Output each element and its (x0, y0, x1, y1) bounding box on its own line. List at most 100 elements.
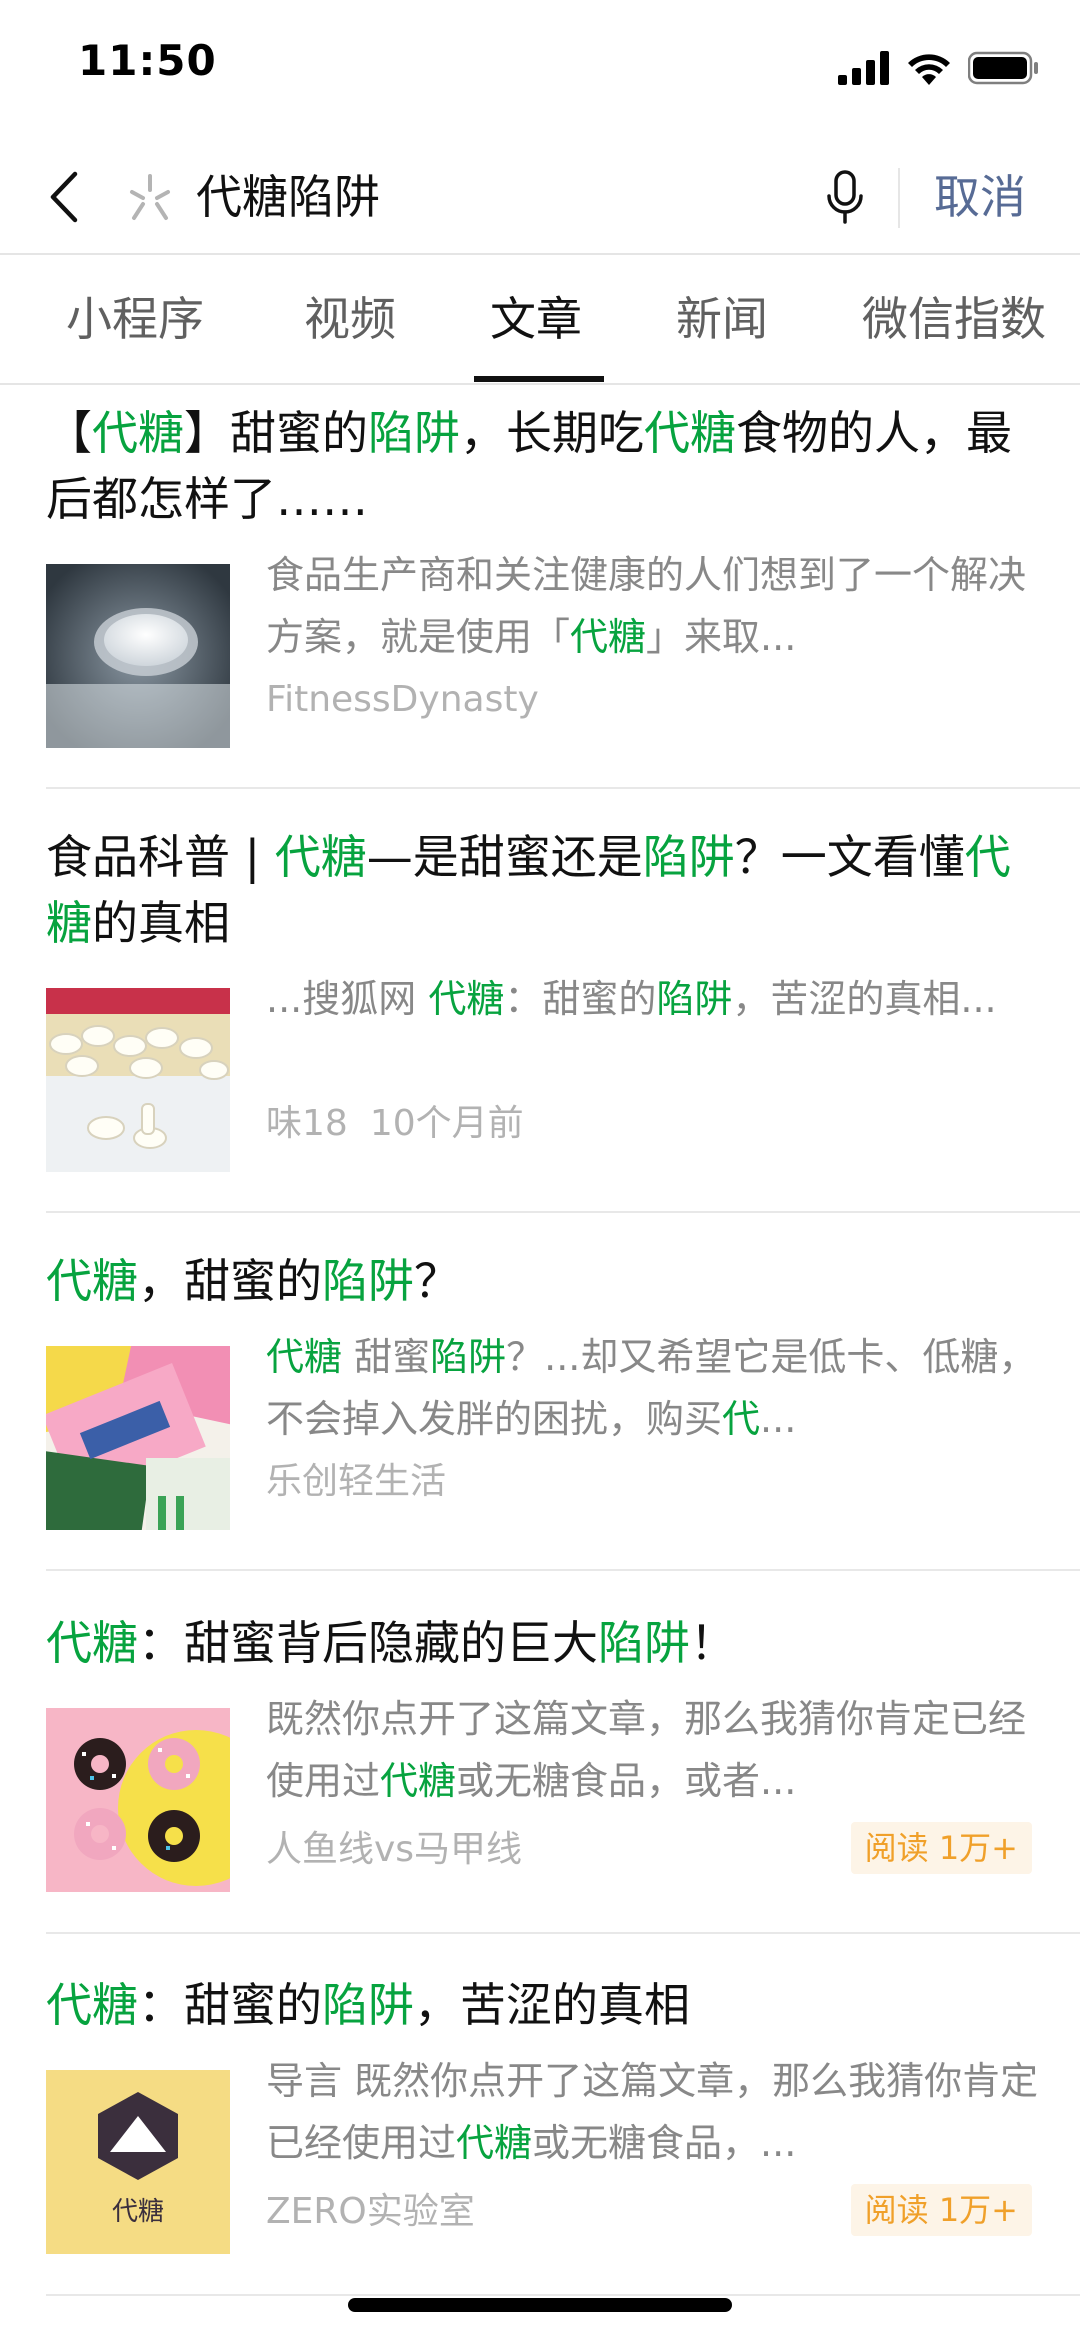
keyword-highlight: 代糖 (428, 977, 505, 1021)
keyword-highlight: 代糖 (46, 1254, 138, 1308)
article-snippet: 代糖 甜蜜陷阱？...却又希望它是低卡、低糖，不会掉入发胖的困扰，购买代... (266, 1326, 1056, 1450)
article-snippet: 导言 既然你点开了这篇文章，那么我猜你肯定已经使用过代糖或无糖食品，... (266, 2050, 1056, 2174)
article-thumbnail (46, 1346, 230, 1530)
keyword-highlight: 代 (722, 1397, 761, 1441)
search-results-page: 11:50 代糖陷阱 取消 小程序 视频 文章 新闻 微信指数 【代糖】甜蜜的陷… (0, 0, 1080, 2339)
article-meta: 乐创轻生活 (266, 1458, 446, 1506)
text-run: ：甜蜜的 (138, 1978, 322, 2032)
header-divider (898, 168, 900, 228)
keyword-highlight: 陷阱 (430, 1335, 507, 1379)
status-bar: 11:50 (0, 0, 1080, 130)
text-run: 【 (46, 406, 92, 460)
tabs-divider-line (0, 383, 1080, 385)
article-separator (46, 1569, 1080, 1571)
keyword-highlight: 代糖 (274, 830, 367, 884)
article-source[interactable]: 人鱼线vs马甲线 (266, 1829, 522, 1870)
article-separator (46, 787, 1080, 789)
wifi-icon (908, 54, 950, 85)
text-run: 食品科普 | (46, 830, 275, 884)
sweetener-packets-image (46, 1346, 230, 1530)
spark-search-icon (130, 174, 170, 220)
keyword-highlight: 代糖 (644, 406, 736, 460)
sweetener-tablets-image (46, 988, 230, 1172)
article-thumbnail (46, 564, 230, 748)
text-run: 】甜蜜的 (184, 406, 368, 460)
article-item[interactable]: 【代糖】甜蜜的陷阱，长期吃代糖食物的人，最后都怎样了…… 食品生产商和关注健康的… (46, 400, 1080, 748)
keyword-highlight: 代糖 (570, 615, 647, 659)
header-divider-line (0, 253, 1080, 255)
text-run: ：甜蜜的 (504, 977, 657, 1021)
keyword-highlight: 陷阱 (322, 1978, 414, 2032)
keyword-highlight: 陷阱 (598, 1616, 690, 1670)
text-run: 的真相 (92, 896, 230, 950)
article-item[interactable]: 食品科普 | 代糖—是甜蜜还是陷阱？一文看懂代糖的真相 ...搜狐网 代糖：甜蜜… (46, 824, 1080, 1172)
text-run: ，苦涩的真相... (732, 977, 997, 1021)
tab-videos[interactable]: 视频 (304, 284, 396, 354)
article-meta: ZERO实验室 (266, 2188, 475, 2236)
back-chevron-icon (50, 171, 78, 223)
keyword-highlight: 代糖 (46, 1616, 138, 1670)
read-count-badge: 阅读 1万+ (850, 2184, 1032, 2236)
article-separator (46, 1932, 1080, 1934)
article-title: 【代糖】甜蜜的陷阱，长期吃代糖食物的人，最后都怎样了…… (46, 400, 1036, 532)
search-header: 代糖陷阱 取消 (0, 140, 1080, 255)
text-run: 」来取... (646, 615, 797, 659)
status-time: 11:50 (78, 36, 217, 85)
article-item[interactable]: 代糖，甜蜜的陷阱？ 代糖 甜蜜陷阱？...却又希望它是低卡、低糖，不会掉入发胖的… (46, 1248, 1080, 1530)
tab-news[interactable]: 新闻 (676, 284, 768, 354)
text-run: ？ (414, 1254, 460, 1308)
article-meta: FitnessDynasty (266, 676, 539, 724)
cancel-button[interactable]: 取消 (934, 162, 1026, 232)
keyword-highlight: 陷阱 (322, 1254, 414, 1308)
text-run: ：甜蜜背后隐藏的巨大 (138, 1616, 598, 1670)
sugar-spoon-image (46, 564, 230, 748)
text-run: ，苦涩的真相 (414, 1978, 690, 2032)
active-tab-indicator (474, 376, 604, 382)
text-run: 甜蜜 (342, 1335, 431, 1379)
back-button[interactable] (40, 164, 88, 230)
article-source[interactable]: 味18 (266, 1103, 348, 1144)
tab-mini-programs[interactable]: 小程序 (66, 284, 204, 354)
search-input[interactable]: 代糖陷阱 (196, 162, 380, 232)
keyword-highlight: 陷阱 (642, 830, 735, 884)
logo-image: 代糖 (46, 2070, 230, 2254)
home-indicator[interactable] (348, 2298, 732, 2312)
article-title: 代糖：甜蜜背后隐藏的巨大陷阱！ (46, 1610, 1036, 1676)
text-run: ？一文看懂 (734, 830, 965, 884)
text-run: 或无糖食品，或者... (456, 1759, 797, 1803)
keyword-highlight: 陷阱 (368, 406, 460, 460)
article-title: 代糖，甜蜜的陷阱？ (46, 1248, 1036, 1314)
tab-wechat-index[interactable]: 微信指数 (862, 284, 1046, 354)
text-run: ...搜狐网 (266, 977, 429, 1021)
logo-text: 代糖 (112, 2197, 164, 2227)
article-meta: 人鱼线vs马甲线 (266, 1826, 522, 1874)
article-snippet: ...搜狐网 代糖：甜蜜的陷阱，苦涩的真相... (266, 968, 1056, 1030)
article-time: 10个月前 (369, 1103, 524, 1144)
text-run: 或无糖食品，... (532, 2121, 797, 2165)
tab-articles[interactable]: 文章 (490, 284, 582, 354)
article-snippet: 既然你点开了这篇文章，那么我猜你肯定已经使用过代糖或无糖食品，或者... (266, 1688, 1056, 1812)
keyword-highlight: 代糖 (46, 1978, 138, 2032)
text-run: ！ (690, 1616, 736, 1670)
battery-icon (968, 51, 1038, 85)
article-thumbnail (46, 988, 230, 1172)
voice-input-button[interactable] (820, 164, 870, 230)
article-item[interactable]: 代糖：甜蜜背后隐藏的巨大陷阱！ 既然你点开了这篇文章，那么我猜你肯定已经使用过代… (46, 1610, 1080, 1892)
keyword-highlight: 代糖 (92, 406, 184, 460)
cellular-signal-icon (838, 51, 889, 85)
text-run: ，长期吃 (460, 406, 644, 460)
article-separator (46, 2294, 1080, 2296)
article-item[interactable]: 代糖：甜蜜的陷阱，苦涩的真相 代糖 导言 既然你点开了这篇文章，那么我猜你肯定已… (46, 1972, 1080, 2254)
article-thumbnail: 代糖 (46, 2070, 230, 2254)
donuts-image (46, 1708, 230, 1892)
article-thumbnail (46, 1708, 230, 1892)
article-meta: 味18 10个月前 (266, 1100, 524, 1148)
keyword-highlight: 陷阱 (656, 977, 733, 1021)
article-source[interactable]: 乐创轻生活 (266, 1461, 446, 1502)
article-title: 食品科普 | 代糖—是甜蜜还是陷阱？一文看懂代糖的真相 (46, 824, 1036, 956)
text-run: ... (760, 1397, 797, 1441)
article-source[interactable]: ZERO实验室 (266, 2191, 475, 2232)
status-icons (838, 48, 1040, 88)
keyword-highlight: 代糖 (380, 1759, 457, 1803)
article-source[interactable]: FitnessDynasty (266, 679, 539, 720)
